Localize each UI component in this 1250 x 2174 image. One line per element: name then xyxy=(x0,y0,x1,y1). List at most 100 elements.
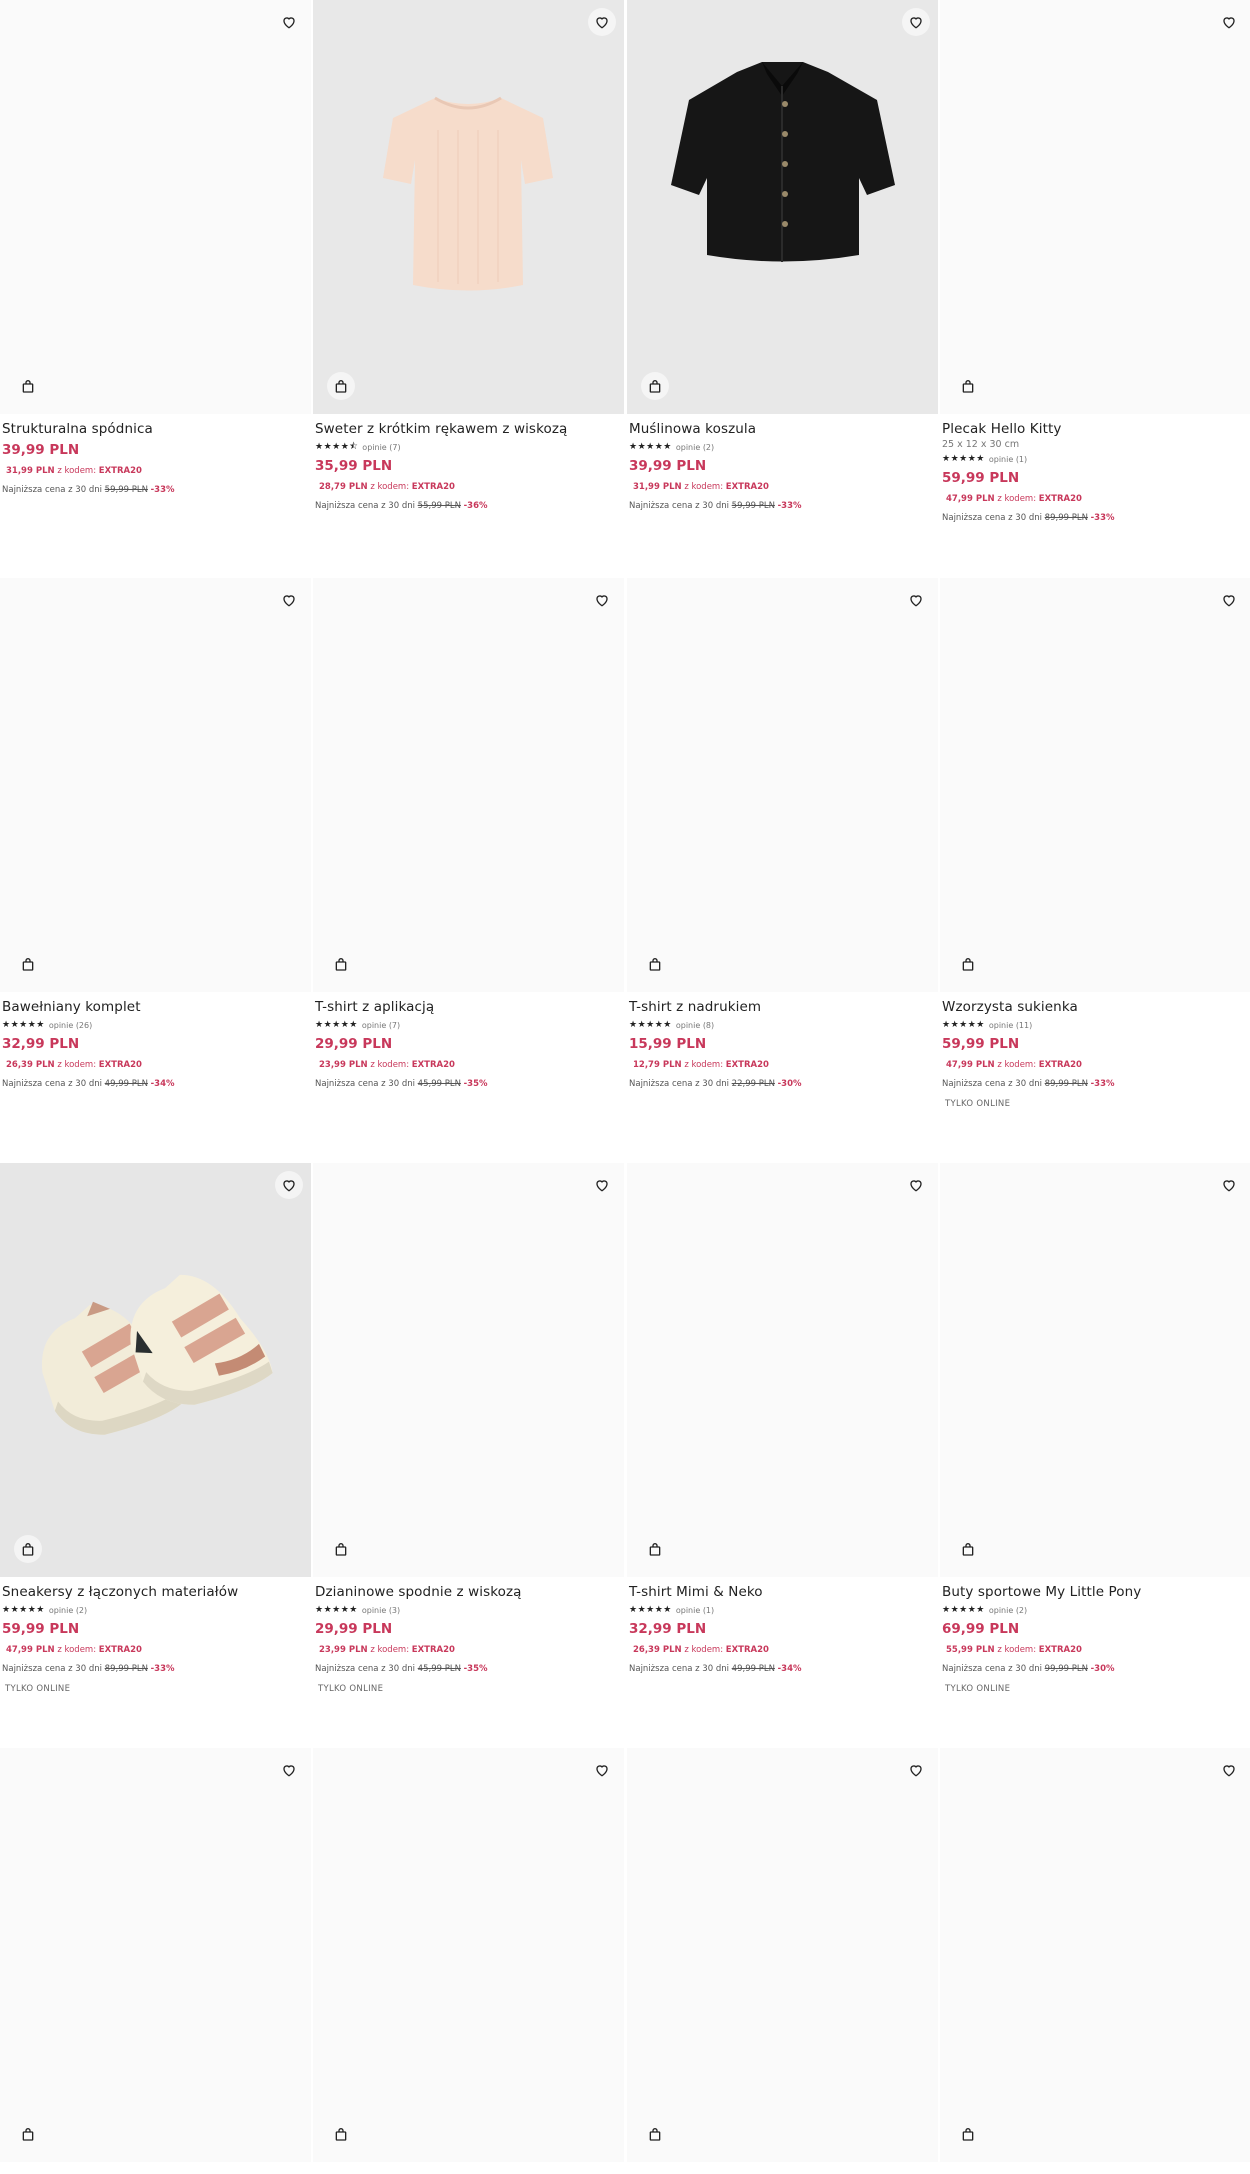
review-count: opinie (8) xyxy=(675,1020,715,1030)
bag-icon[interactable] xyxy=(14,1535,42,1563)
bag-icon[interactable] xyxy=(327,950,355,978)
product-name[interactable]: Muślinowa koszula xyxy=(629,420,935,438)
star-icons: ★★★★★ xyxy=(629,442,672,452)
lowest-label: Najniższa cena z 30 dni xyxy=(315,1664,415,1674)
star-icons: ★★★★★ xyxy=(315,1020,358,1030)
product-image[interactable] xyxy=(313,578,624,992)
rating: ★★★★★ opinie (11) xyxy=(942,1018,1248,1032)
product-price: 15,99 PLN xyxy=(629,1036,707,1052)
old-price: 45,99 PLN xyxy=(417,1664,461,1674)
heart-icon[interactable] xyxy=(902,586,930,614)
discount-percent: -34% xyxy=(777,1664,802,1674)
heart-icon[interactable] xyxy=(588,8,616,36)
bag-icon[interactable] xyxy=(327,1535,355,1563)
product-name[interactable]: Strukturalna spódnica xyxy=(2,420,308,438)
discount-percent: -33% xyxy=(1090,513,1115,523)
product-name[interactable]: Bawełniany komplet xyxy=(2,998,308,1016)
product-name[interactable]: T-shirt z nadrukiem xyxy=(629,998,935,1016)
product-image[interactable] xyxy=(627,1748,938,2162)
promo-price: 26,39 PLN xyxy=(633,1645,682,1655)
code-label: z kodem: xyxy=(57,1060,97,1070)
product-image[interactable] xyxy=(940,1748,1250,2162)
lowest-label: Najniższa cena z 30 dni xyxy=(629,501,729,511)
discount-percent: -33% xyxy=(150,485,175,495)
bag-icon[interactable] xyxy=(954,2120,982,2148)
code-label: z kodem: xyxy=(684,482,724,492)
product-name[interactable]: Dzianinowe spodnie z wiskozą xyxy=(315,1583,621,1601)
bag-icon[interactable] xyxy=(641,2120,669,2148)
rating: ★★★★★ opinie (7) xyxy=(315,1018,621,1032)
product-image[interactable] xyxy=(313,1163,624,1577)
heart-icon[interactable] xyxy=(1215,586,1243,614)
bag-icon[interactable] xyxy=(641,372,669,400)
promo-code: EXTRA20 xyxy=(411,1060,455,1070)
promo-line: 23,99 PLN z kodem: EXTRA20 xyxy=(319,1059,621,1071)
product-name[interactable]: T-shirt z aplikacją xyxy=(315,998,621,1016)
heart-icon[interactable] xyxy=(902,8,930,36)
product-image[interactable] xyxy=(0,0,311,414)
bag-icon[interactable] xyxy=(954,1535,982,1563)
product-image[interactable] xyxy=(940,1163,1250,1577)
product-info: Plecak Hello Kitty 25 x 12 x 30 cm ★★★★★… xyxy=(942,420,1248,524)
product-info: Strukturalna spódnica 39,99 PLN 31,99 PL… xyxy=(2,420,308,496)
product-image[interactable] xyxy=(0,1748,311,2162)
bag-icon[interactable] xyxy=(14,2120,42,2148)
lowest-label: Najniższa cena z 30 dni xyxy=(2,1664,102,1674)
old-price: 45,99 PLN xyxy=(417,1079,461,1089)
heart-icon[interactable] xyxy=(588,1171,616,1199)
product-info: T-shirt z aplikacją ★★★★★ opinie (7) 29,9… xyxy=(315,998,621,1090)
lowest-label: Najniższa cena z 30 dni xyxy=(629,1079,729,1089)
bag-icon[interactable] xyxy=(641,950,669,978)
product-image[interactable] xyxy=(627,578,938,992)
bag-icon[interactable] xyxy=(954,950,982,978)
product-price: 35,99 PLN xyxy=(315,458,393,474)
promo-price: 12,79 PLN xyxy=(633,1060,682,1070)
promo-line: 26,39 PLN z kodem: EXTRA20 xyxy=(633,1644,935,1656)
lowest-label: Najniższa cena z 30 dni xyxy=(942,1664,1042,1674)
product-name[interactable]: Wzorzysta sukienka xyxy=(942,998,1248,1016)
lowest-price-line: Najniższa cena z 30 dni 55,99 PLN -36% xyxy=(315,500,621,512)
bag-icon[interactable] xyxy=(14,372,42,400)
product-image[interactable] xyxy=(0,578,311,992)
product-image[interactable] xyxy=(940,0,1250,414)
heart-icon[interactable] xyxy=(902,1171,930,1199)
product-price: 29,99 PLN xyxy=(315,1036,393,1052)
product-info: Muślinowa koszula ★★★★★ opinie (2) 39,99 … xyxy=(629,420,935,512)
heart-icon[interactable] xyxy=(275,8,303,36)
promo-code: EXTRA20 xyxy=(1038,494,1082,504)
heart-icon[interactable] xyxy=(1215,1756,1243,1784)
product-image[interactable] xyxy=(627,0,938,414)
product-name[interactable]: Sneakersy z łączonych materiałów xyxy=(2,1583,308,1601)
product-name[interactable]: T-shirt Mimi & Neko xyxy=(629,1583,935,1601)
bag-icon[interactable] xyxy=(954,372,982,400)
product-name[interactable]: Plecak Hello Kitty xyxy=(942,420,1248,438)
review-count: opinie (7) xyxy=(361,1020,401,1030)
bag-icon[interactable] xyxy=(327,2120,355,2148)
product-name[interactable]: Sweter z krótkim rękawem z wiskozą xyxy=(315,420,621,438)
old-price: 89,99 PLN xyxy=(104,1664,148,1674)
product-image[interactable] xyxy=(627,1163,938,1577)
promo-code: EXTRA20 xyxy=(1038,1060,1082,1070)
heart-icon[interactable] xyxy=(275,1756,303,1784)
product-image[interactable] xyxy=(313,0,624,414)
sneakers-photo xyxy=(0,1163,311,1577)
heart-icon[interactable] xyxy=(275,1171,303,1199)
bag-icon[interactable] xyxy=(641,1535,669,1563)
product-info: T-shirt Mimi & Neko ★★★★★ opinie (1) 32,9… xyxy=(629,1583,935,1675)
product-price: 59,99 PLN xyxy=(942,1036,1020,1052)
product-price: 39,99 PLN xyxy=(2,442,80,458)
product-price: 69,99 PLN xyxy=(942,1621,1020,1637)
heart-icon[interactable] xyxy=(1215,1171,1243,1199)
product-image[interactable] xyxy=(313,1748,624,2162)
lowest-label: Najniższa cena z 30 dni xyxy=(315,501,415,511)
heart-icon[interactable] xyxy=(275,586,303,614)
product-name[interactable]: Buty sportowe My Little Pony xyxy=(942,1583,1248,1601)
heart-icon[interactable] xyxy=(588,1756,616,1784)
heart-icon[interactable] xyxy=(902,1756,930,1784)
heart-icon[interactable] xyxy=(588,586,616,614)
heart-icon[interactable] xyxy=(1215,8,1243,36)
bag-icon[interactable] xyxy=(327,372,355,400)
product-image[interactable] xyxy=(940,578,1250,992)
product-image[interactable] xyxy=(0,1163,311,1577)
bag-icon[interactable] xyxy=(14,950,42,978)
